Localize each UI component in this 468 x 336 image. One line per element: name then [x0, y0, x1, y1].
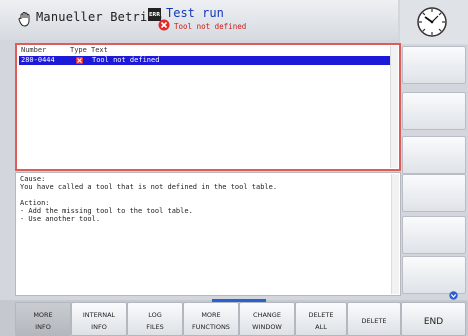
list-header: Number Type Text — [19, 46, 389, 55]
hand-icon — [18, 12, 30, 27]
softkey-label-line2: INFO — [91, 323, 107, 331]
more-info-button[interactable]: MORE INFO — [15, 302, 71, 336]
error-x-icon — [76, 57, 83, 64]
change-window-button[interactable]: CHANGE WINDOW — [239, 302, 295, 336]
softkey-label-line1: LOG — [148, 311, 162, 319]
end-button-label: END — [423, 317, 444, 327]
softkey-label-line1: DELETE — [361, 317, 387, 325]
softkey-label-line1: CHANGE — [253, 311, 281, 319]
softkey-label-line2: ALL — [315, 323, 327, 331]
error-list-panel: Number Type Text 280-0444 Tool not defin… — [15, 43, 401, 171]
softkey-label-line1: MORE — [201, 311, 221, 319]
softkey-label-line2: FUNCTIONS — [192, 323, 230, 331]
internal-info-button[interactable]: INTERNAL INFO — [71, 302, 127, 336]
cause-label: Cause: — [20, 175, 46, 183]
log-files-button[interactable]: LOG FILES — [127, 302, 183, 336]
list-scrollbar[interactable] — [390, 46, 398, 168]
side-softkey-3[interactable] — [402, 136, 466, 174]
action-line-1: - Add the missing tool to the tool table… — [20, 207, 193, 215]
softkey-label-line1: MORE — [33, 311, 53, 319]
more-functions-button[interactable]: MORE FUNCTIONS — [183, 302, 239, 336]
error-text: Tool not defined — [92, 56, 160, 64]
error-number: 280-0444 — [21, 56, 55, 64]
softkey-label-line1: INTERNAL — [82, 311, 116, 319]
error-status-text: Tool not defined — [174, 22, 247, 31]
column-number[interactable]: Number — [21, 46, 46, 54]
side-softkey-5[interactable] — [402, 216, 466, 254]
softkey-label-line2: FILES — [146, 323, 164, 331]
error-detail-panel: Cause: You have called a tool that is no… — [15, 172, 401, 296]
end-button[interactable]: END — [401, 302, 466, 336]
column-type[interactable]: Type — [70, 46, 87, 54]
softkey-label-line2: WINDOW — [252, 323, 282, 331]
side-softkey-1[interactable] — [402, 46, 466, 84]
detail-scrollbar[interactable] — [391, 174, 399, 294]
scroll-down-icon[interactable] — [449, 291, 458, 300]
delete-all-button[interactable]: DELETE ALL — [295, 302, 347, 336]
error-row[interactable]: 280-0444 Tool not defined — [19, 56, 391, 65]
cause-text: You have called a tool that is not defin… — [20, 183, 278, 191]
program-run-title: Test run — [166, 6, 224, 20]
side-softkey-4[interactable] — [402, 174, 466, 212]
clock-icon — [417, 7, 447, 37]
operating-mode-label: Manueller Betrieb — [36, 10, 163, 24]
softkey-label-line2: INFO — [35, 323, 51, 331]
column-text[interactable]: Text — [91, 46, 108, 54]
delete-button[interactable]: DELETE — [347, 302, 401, 336]
header-bar: Manueller Betrieb ERR Test run Tool not … — [0, 0, 398, 40]
action-label: Action: — [20, 199, 50, 207]
action-line-2: - Use another tool. — [20, 215, 101, 223]
side-softkey-6[interactable] — [402, 256, 466, 294]
softkey-label-line1: DELETE — [308, 311, 334, 319]
side-softkey-2[interactable] — [402, 92, 466, 130]
error-circle-icon — [158, 19, 170, 31]
